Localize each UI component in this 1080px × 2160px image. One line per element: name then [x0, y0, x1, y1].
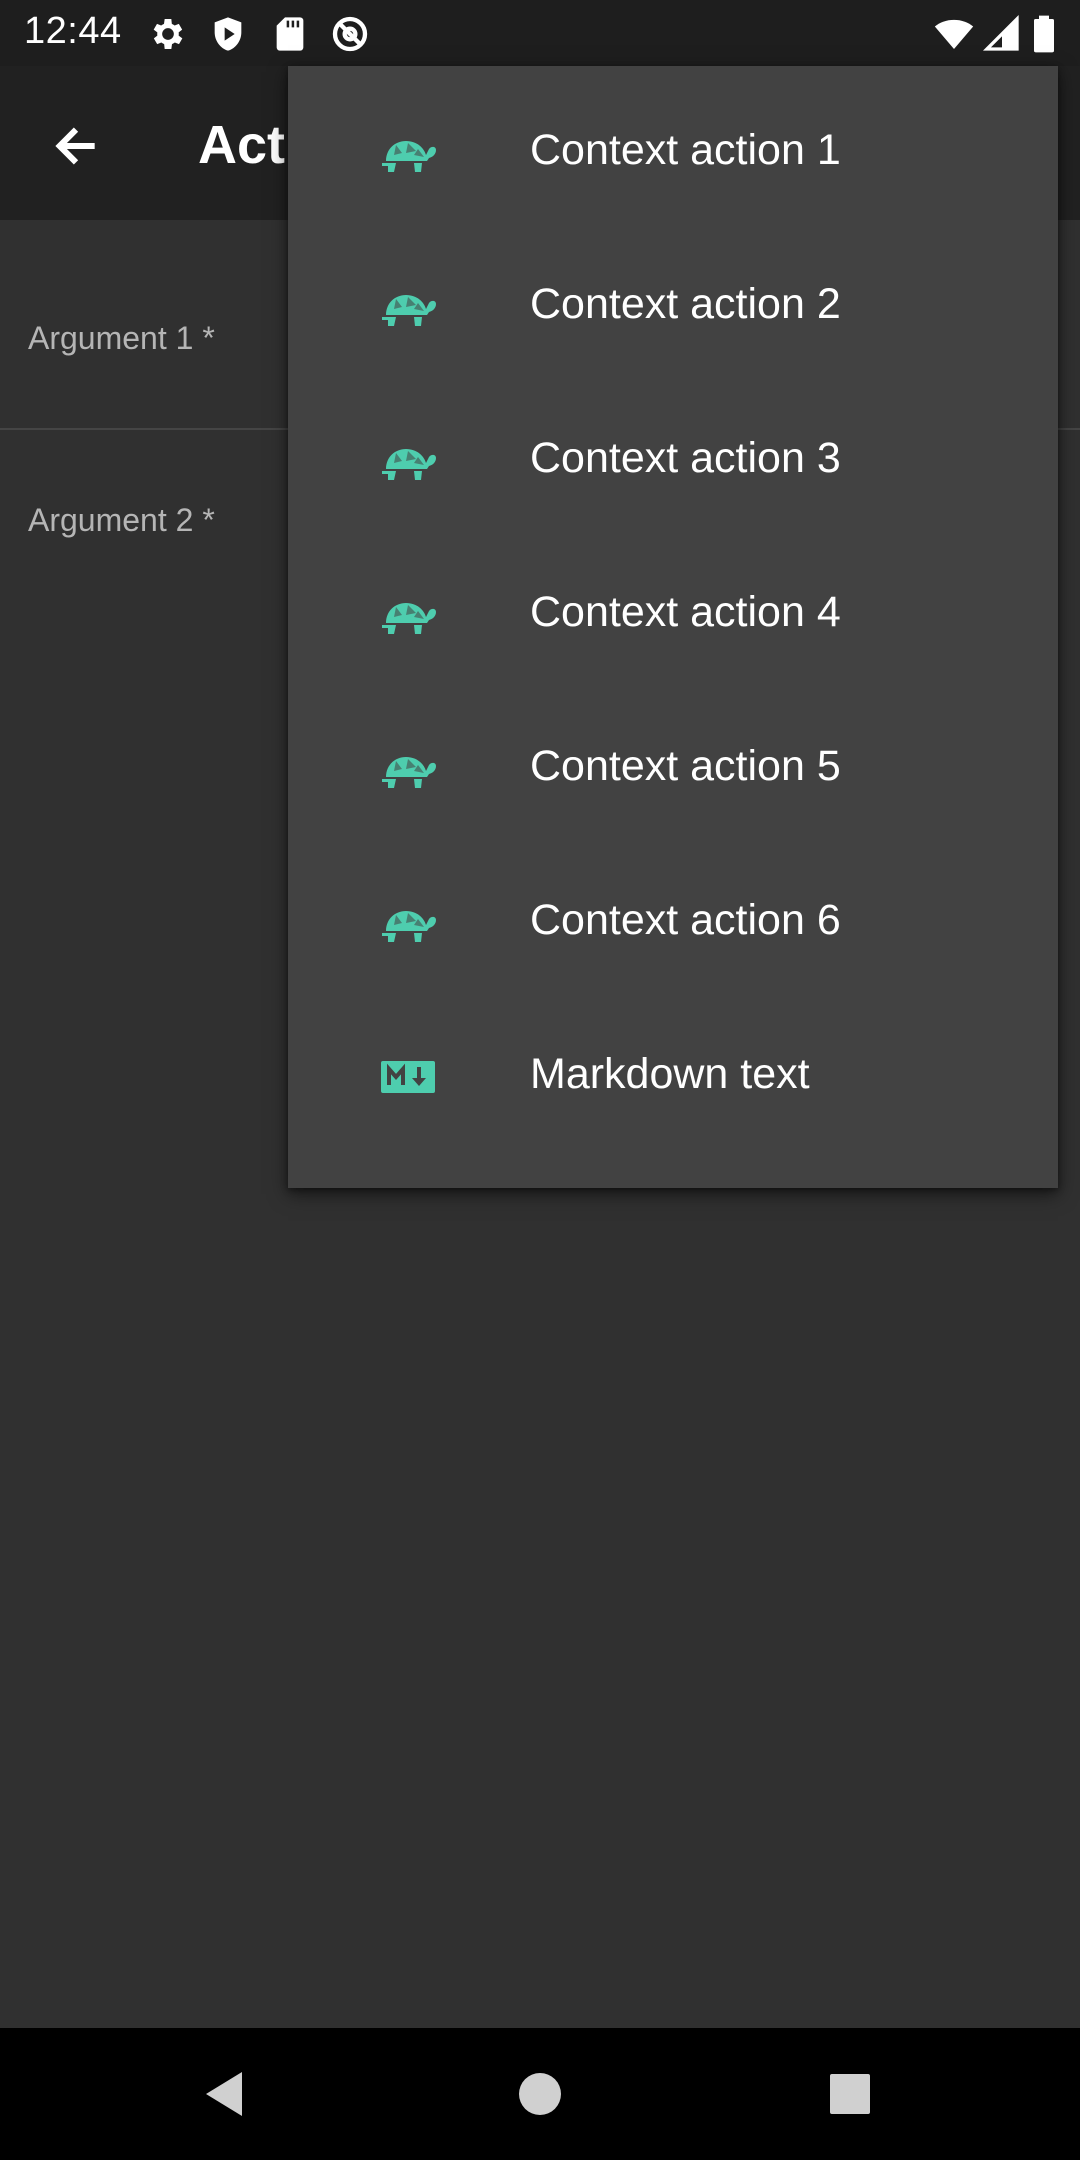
- sd-card-icon: [270, 14, 310, 54]
- menu-item-context-action-6[interactable]: Context action 6: [288, 846, 1058, 1000]
- home-circle-icon[interactable]: [510, 2064, 570, 2124]
- menu-item-context-action-2[interactable]: Context action 2: [288, 230, 1058, 384]
- menu-item-label: Markdown text: [530, 1050, 810, 1098]
- page-title: Acti: [198, 115, 301, 175]
- menu-item-label: Context action 2: [530, 280, 841, 328]
- navigation-bar: [0, 2028, 1080, 2160]
- turtle-icon: [380, 283, 436, 331]
- turtle-icon: [380, 591, 436, 639]
- menu-item-context-action-5[interactable]: Context action 5: [288, 692, 1058, 846]
- menu-item-context-action-1[interactable]: Context action 1: [288, 76, 1058, 230]
- at-sign-icon: [330, 14, 370, 54]
- menu-item-label: Context action 3: [530, 434, 841, 482]
- menu-item-context-action-4[interactable]: Context action 4: [288, 538, 1058, 692]
- recents-square-icon[interactable]: [820, 2064, 880, 2124]
- menu-item-label: Context action 6: [530, 896, 841, 944]
- wifi-icon: [930, 14, 978, 54]
- menu-item-markdown-text[interactable]: Markdown text: [288, 1000, 1058, 1154]
- markdown-icon: [380, 1053, 436, 1101]
- turtle-icon: [380, 437, 436, 485]
- context-menu: Context action 1 Context action 2 Contex…: [288, 66, 1058, 1188]
- arrow-left-icon[interactable]: [48, 118, 104, 174]
- menu-item-label: Context action 1: [530, 126, 841, 174]
- status-time: 12:44: [24, 10, 122, 52]
- turtle-icon: [380, 129, 436, 177]
- cell-signal-icon: [982, 14, 1022, 54]
- turtle-icon: [380, 745, 436, 793]
- shield-icon: [208, 14, 248, 54]
- menu-item-context-action-3[interactable]: Context action 3: [288, 384, 1058, 538]
- menu-item-label: Context action 4: [530, 588, 841, 636]
- gear-icon: [148, 14, 188, 54]
- argument-1-label: Argument 1 *: [28, 320, 215, 356]
- battery-icon: [1030, 14, 1058, 54]
- status-bar: 12:44: [0, 0, 1080, 66]
- back-triangle-icon[interactable]: [196, 2064, 256, 2124]
- screen: 12:44 Acti Argument 1 * Argument 2 * Con…: [0, 0, 1080, 2160]
- menu-item-label: Context action 5: [530, 742, 841, 790]
- turtle-icon: [380, 899, 436, 947]
- argument-2-label: Argument 2 *: [28, 502, 215, 538]
